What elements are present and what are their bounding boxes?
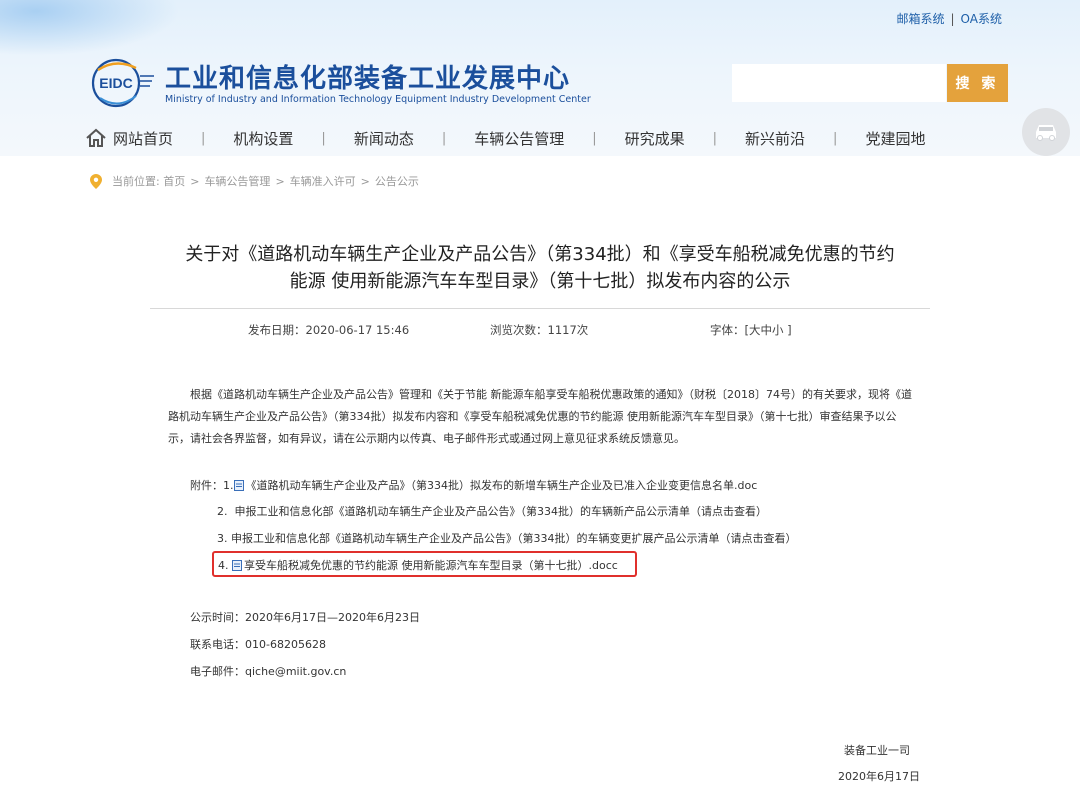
highlight-box [212,551,637,577]
contact-email: 电子邮件：qiche@miit.gov.cn [190,665,347,678]
title-divider [150,308,930,309]
nav-item-vehicle-announcement[interactable]: 车辆公告管理 [474,128,564,149]
logo-text: EIDC [99,75,132,91]
attachment-num: 1. [223,478,234,492]
contact-phone: 联系电话：010-68205628 [190,638,326,651]
font-size-control: 字体：[大中小 ] [710,322,792,338]
attachment-link[interactable]: 申报工业和信息化部《道路机动车辆生产企业及产品公告》（第334批）的车辆变更扩展… [231,530,797,546]
view-count-label: 浏览次数： [490,323,548,337]
attachment-link[interactable]: 《道路机动车辆生产企业及产品》（第334批）拟发布的新增车辆生产企业及已准入企业… [246,477,758,493]
font-large-button[interactable]: 大 [749,323,761,337]
breadcrumb-arrow: > [190,174,200,188]
nav-item-research[interactable]: 研究成果 [625,128,685,149]
top-links: 邮箱系统 | OA系统 [896,10,1002,27]
nav-separator: | [441,130,447,146]
article-body: 根据《道路机动车辆生产企业及产品公告》管理和《关于节能 新能源车船享受车船税优惠… [168,384,916,450]
attachment-num: 3. [217,531,228,545]
nav-separator: | [201,130,206,146]
signer: 装备工业一司 [844,744,910,757]
nav-separator: | [592,130,597,146]
notice-period: 公示时间：2020年6月17日—2020年6月23日 [190,611,420,624]
breadcrumb-vehicle-access[interactable]: 车辆准入许可 [290,173,356,189]
nav-separator: | [833,130,838,146]
mail-system-link[interactable]: 邮箱系统 [896,12,944,26]
nav-item-emerging[interactable]: 新兴前沿 [745,128,805,149]
attachment-link[interactable]: 申报工业和信息化部《道路机动车辆生产企业及产品公告》（第334批）的车辆新产品公… [235,503,768,519]
font-size-end: ] [783,323,792,337]
font-medium-button[interactable]: 中 [761,323,773,337]
sign-date: 2020年6月17日 [838,770,920,783]
view-count: 浏览次数：1117次 [490,322,588,338]
car-icon [1036,125,1056,141]
article-title-line2: 能源 使用新能源汽车车型目录》（第十七批）拟发布内容的公示 [289,271,791,292]
attachment-3: 3. 申报工业和信息化部《道路机动车辆生产企业及产品公告》（第334批）的车辆变… [217,530,797,546]
publish-date-label: 发布日期： [248,323,306,337]
nav-item-organization[interactable]: 机构设置 [233,128,293,149]
publish-date-value: 2020-06-17 15:46 [305,323,410,337]
eidc-logo[interactable]: EIDC [88,54,154,112]
nav-item-news[interactable]: 新闻动态 [354,128,414,149]
nav-separator: | [712,130,718,146]
view-count-value: 1117次 [547,323,589,337]
top-link-separator: | [950,12,955,26]
font-size-label: 字体：[ [710,323,749,337]
article-title-line1: 关于对《道路机动车辆生产企业及产品公告》（第334批）和《享受车船税减免优惠的节… [185,244,895,265]
oa-system-link[interactable]: OA系统 [961,12,1002,26]
attachment-2: 2. 申报工业和信息化部《道路机动车辆生产企业及产品公告》（第334批）的车辆新… [217,503,767,519]
breadcrumb: 当前位置: 首页 > 车辆公告管理 > 车辆准入许可 > 公告公示 [90,173,419,189]
breadcrumb-home[interactable]: 首页 [163,173,185,189]
breadcrumb-arrow: > [275,174,285,188]
article-title: 关于对《道路机动车辆生产企业及产品公告》（第334批）和《享受车船税减免优惠的节… [140,241,940,295]
search-button[interactable]: 搜 索 [947,64,1008,102]
breadcrumb-vehicle-announcement[interactable]: 车辆公告管理 [204,173,270,189]
car-float-button[interactable] [1022,108,1070,156]
breadcrumb-arrow: > [360,174,370,188]
site-title: 工业和信息化部装备工业发展中心 [165,64,571,94]
main-nav: 网站首页 | 机构设置 | 新闻动态 | 车辆公告管理 | 研究成果 | 新兴前… [85,126,925,150]
attachment-num: 2. [217,504,228,518]
site-subtitle: Ministry of Industry and Information Tec… [165,94,591,105]
globe-network-icon [0,0,180,56]
font-small-button[interactable]: 小 [772,323,784,337]
nav-item-home[interactable]: 网站首页 [113,128,173,149]
article-paragraph: 根据《道路机动车辆生产企业及产品公告》管理和《关于节能 新能源车船享受车船税优惠… [168,388,912,445]
publish-date: 发布日期：2020-06-17 15:46 [248,322,409,338]
attachment-1: 附件： 1. 《道路机动车辆生产企业及产品》（第334批）拟发布的新增车辆生产企… [190,477,757,493]
attachments-label: 附件： [190,479,223,492]
location-pin-icon [90,173,102,189]
document-icon [233,479,244,491]
breadcrumb-public-notice[interactable]: 公告公示 [375,173,419,189]
search-input[interactable] [732,64,946,102]
nav-item-party-building[interactable]: 党建园地 [865,128,925,149]
breadcrumb-label: 当前位置: [112,175,160,188]
home-icon[interactable] [85,128,107,148]
nav-separator: | [321,130,326,146]
